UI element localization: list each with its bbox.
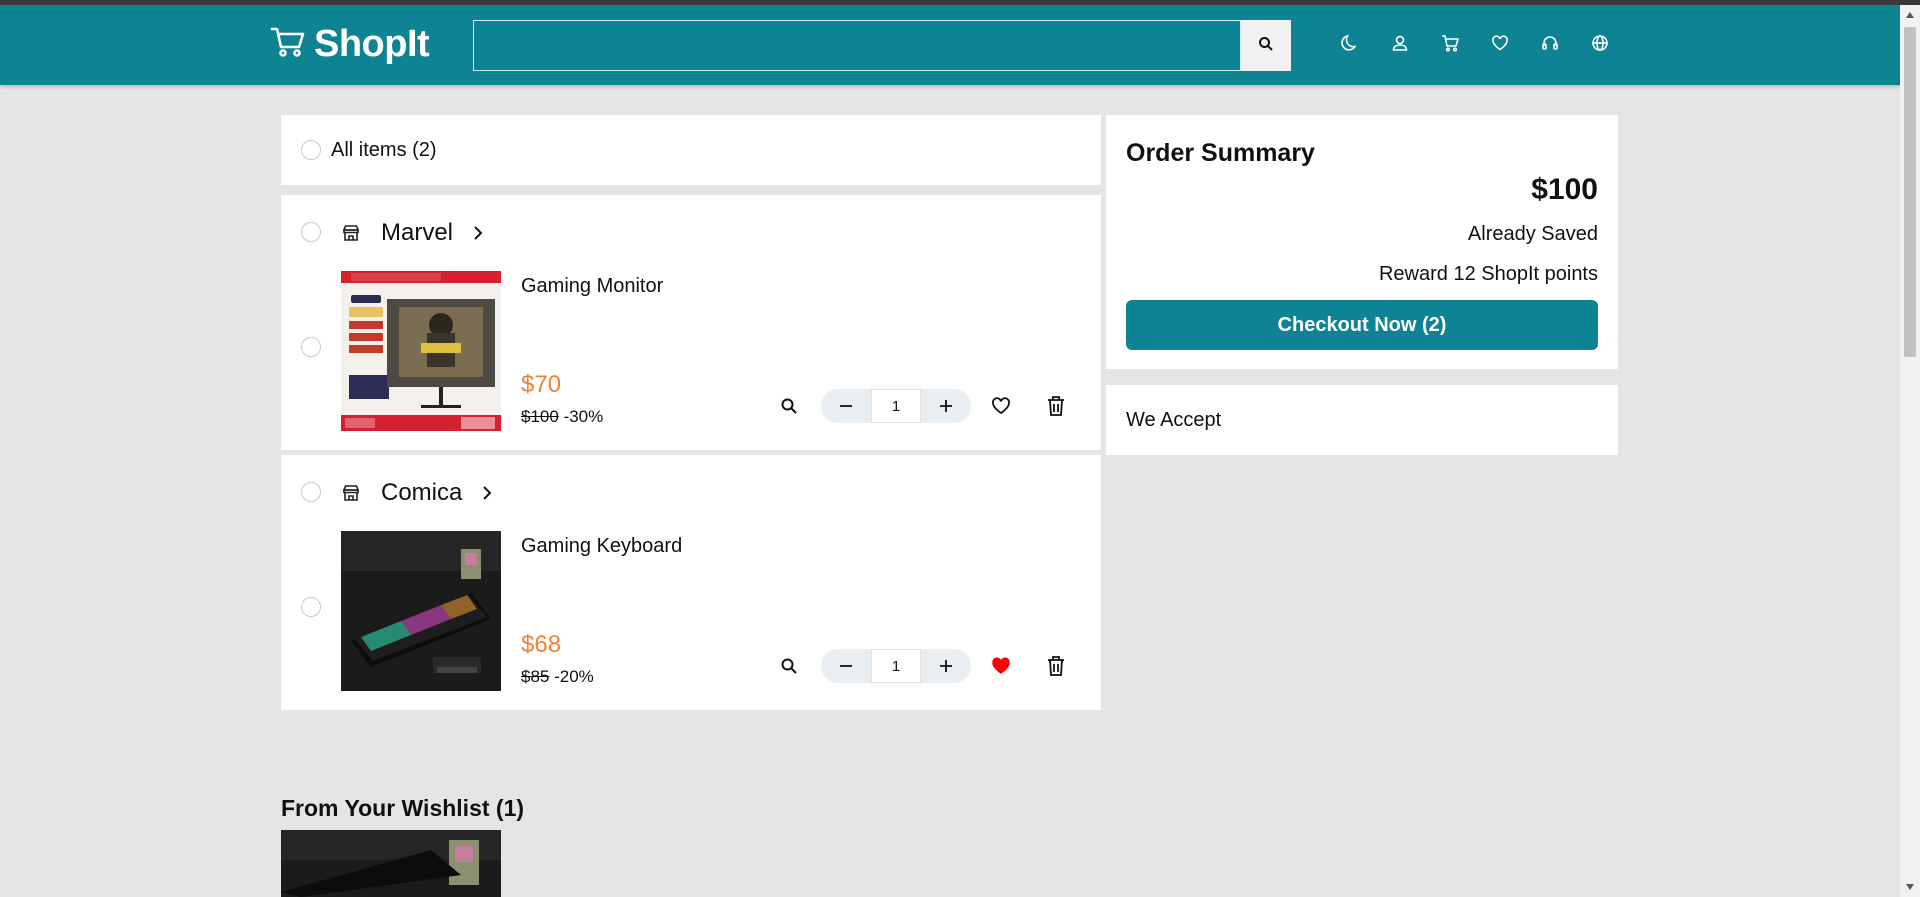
select-all-bar: All items (2): [281, 115, 1101, 185]
wishlist-heart-filled-icon[interactable]: [991, 657, 1011, 680]
search-button[interactable]: [1241, 20, 1291, 71]
product-title[interactable]: Gaming Monitor: [521, 275, 663, 298]
page-scrollbar[interactable]: [1900, 5, 1920, 897]
chevron-right-icon[interactable]: [480, 485, 494, 506]
quantity-stepper: 1: [821, 389, 971, 423]
product-title[interactable]: Gaming Keyboard: [521, 535, 682, 558]
original-price: $100: [521, 407, 559, 426]
trash-icon[interactable]: [1046, 395, 1066, 422]
increment-button[interactable]: [921, 649, 971, 683]
header-nav: [1340, 33, 1610, 53]
store-select-radio[interactable]: [301, 482, 321, 502]
headset-icon[interactable]: [1540, 33, 1560, 53]
cart-logo-icon: [270, 26, 306, 63]
product-price: $70: [521, 371, 562, 398]
order-total: $100: [1531, 173, 1598, 206]
order-summary-title: Order Summary: [1126, 139, 1315, 167]
store-name[interactable]: Comica: [381, 479, 462, 507]
search-icon: [1258, 36, 1274, 55]
store-card-marvel: Marvel Gaming Monitor $70 $100 -30% 1: [281, 195, 1101, 450]
select-all-label: All items (2): [331, 139, 437, 161]
we-accept-label: We Accept: [1126, 409, 1222, 431]
select-all-radio[interactable]: [301, 140, 321, 160]
store-name[interactable]: Marvel: [381, 219, 453, 247]
quick-view-icon[interactable]: [780, 397, 798, 420]
increment-button[interactable]: [921, 389, 971, 423]
quantity-field[interactable]: 1: [871, 649, 921, 683]
trash-icon[interactable]: [1046, 655, 1066, 682]
original-price: $85: [521, 667, 550, 686]
product-price: $68: [521, 631, 562, 658]
quantity-stepper: 1: [821, 649, 971, 683]
item-select-radio[interactable]: [301, 337, 321, 357]
cart-icon[interactable]: [1440, 33, 1460, 53]
product-image-monitor[interactable]: [341, 271, 501, 431]
quick-view-icon[interactable]: [780, 657, 798, 680]
site-header: ShopIt: [0, 5, 1900, 85]
globe-icon[interactable]: [1590, 33, 1610, 53]
moon-icon[interactable]: [1340, 33, 1360, 53]
discount-percent: -20%: [554, 667, 594, 686]
already-saved-label: Already Saved: [1467, 223, 1598, 245]
brand-name: ShopIt: [314, 23, 430, 65]
product-image-keyboard[interactable]: [341, 531, 501, 691]
discount-percent: -30%: [563, 407, 604, 426]
store-card-comica: Comica Gaming Keyboard $68 $85 -20% 1: [281, 455, 1101, 710]
item-select-radio[interactable]: [301, 597, 321, 617]
wishlist-heart-icon[interactable]: [991, 397, 1011, 420]
user-icon[interactable]: [1390, 33, 1410, 53]
decrement-button[interactable]: [821, 389, 871, 423]
reward-points-label: Reward 12 ShopIt points: [1378, 263, 1598, 285]
scroll-up-arrow-icon[interactable]: [1904, 10, 1916, 20]
wishlist-section-title: From Your Wishlist (1): [281, 795, 525, 821]
logo[interactable]: ShopIt: [270, 23, 430, 66]
quantity-field[interactable]: 1: [871, 389, 921, 423]
search-input[interactable]: [473, 20, 1241, 71]
heart-icon[interactable]: [1490, 33, 1510, 53]
checkout-button[interactable]: Checkout Now (2): [1126, 300, 1598, 350]
store-select-radio[interactable]: [301, 222, 321, 242]
chevron-right-icon[interactable]: [471, 225, 485, 246]
payment-methods-panel: We Accept: [1106, 385, 1618, 455]
scroll-down-arrow-icon[interactable]: [1904, 882, 1916, 892]
decrement-button[interactable]: [821, 649, 871, 683]
price-original-row: $100 -30%: [521, 407, 603, 427]
wishlist-product-image[interactable]: [281, 830, 501, 897]
search-bar: [473, 20, 1291, 71]
scrollbar-thumb[interactable]: [1904, 27, 1916, 357]
store-icon: [342, 224, 360, 247]
price-original-row: $85 -20%: [521, 667, 594, 687]
order-summary-panel: Order Summary $100 Already Saved Reward …: [1106, 115, 1618, 369]
store-icon: [342, 484, 360, 507]
